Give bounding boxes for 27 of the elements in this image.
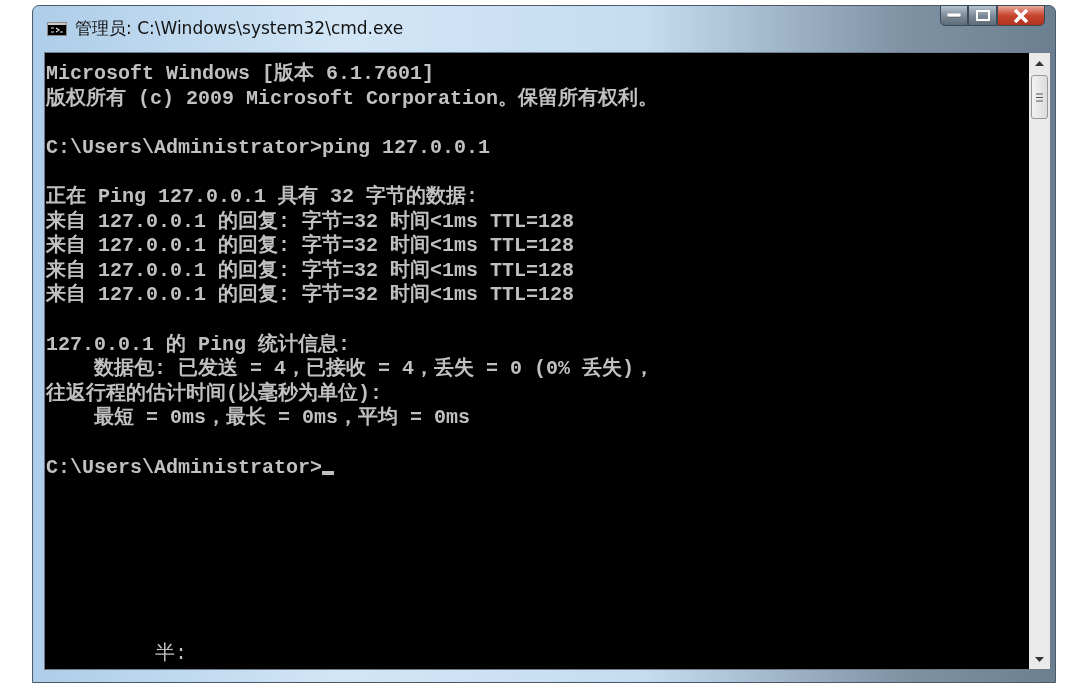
console-line: 来自 127.0.0.1 的回复: 字节=32 时间<1ms TTL=128 [46, 234, 575, 258]
console-line: 来自 127.0.0.1 的回复: 字节=32 时间<1ms TTL=128 [46, 209, 575, 233]
console-line: 版权所有 (c) 2009 Microsoft Corporation。保留所有权利。 [46, 86, 659, 110]
maximize-icon [975, 10, 990, 21]
up-arrow-icon [1035, 60, 1044, 66]
minimize-button[interactable] [940, 5, 968, 26]
console-app-icon [47, 22, 67, 36]
console-line: 数据包: 已发送 = 4，已接收 = 4，丢失 = 0 (0% 丢失)， [93, 357, 655, 381]
console-line: C:\Users\Administrator> [46, 455, 323, 479]
console-line: 来自 127.0.0.1 的回复: 字节=32 时间<1ms TTL=128 [46, 258, 575, 282]
close-button[interactable] [997, 5, 1045, 26]
console-line: 来自 127.0.0.1 的回复: 字节=32 时间<1ms TTL=128 [46, 283, 575, 307]
console-line: 最短 = 0ms，最长 = 0ms，平均 = 0ms [93, 406, 471, 430]
minimize-icon [947, 13, 961, 18]
grip-icon [1036, 92, 1043, 102]
close-icon [1013, 8, 1029, 23]
console-line: 往返行程的估计时间(以毫秒为单位): [46, 381, 382, 405]
console-line: C:\Users\Administrator>ping 127.0.0.1 [46, 135, 491, 159]
window-title: 管理员: C:\Windows\system32\cmd.exe [75, 17, 404, 41]
scroll-thumb[interactable] [1031, 75, 1048, 119]
console-line: Microsoft Windows [版本 6.1.7601] [46, 62, 435, 85]
vertical-scrollbar[interactable] [1029, 53, 1050, 669]
console-line: 127.0.0.1 的 Ping 统计信息: [46, 332, 351, 356]
maximize-button[interactable] [968, 5, 997, 26]
down-arrow-icon [1035, 656, 1044, 662]
ime-status: 半: [155, 642, 187, 667]
console-line: 正在 Ping 127.0.0.1 具有 32 字节的数据: [46, 184, 479, 208]
